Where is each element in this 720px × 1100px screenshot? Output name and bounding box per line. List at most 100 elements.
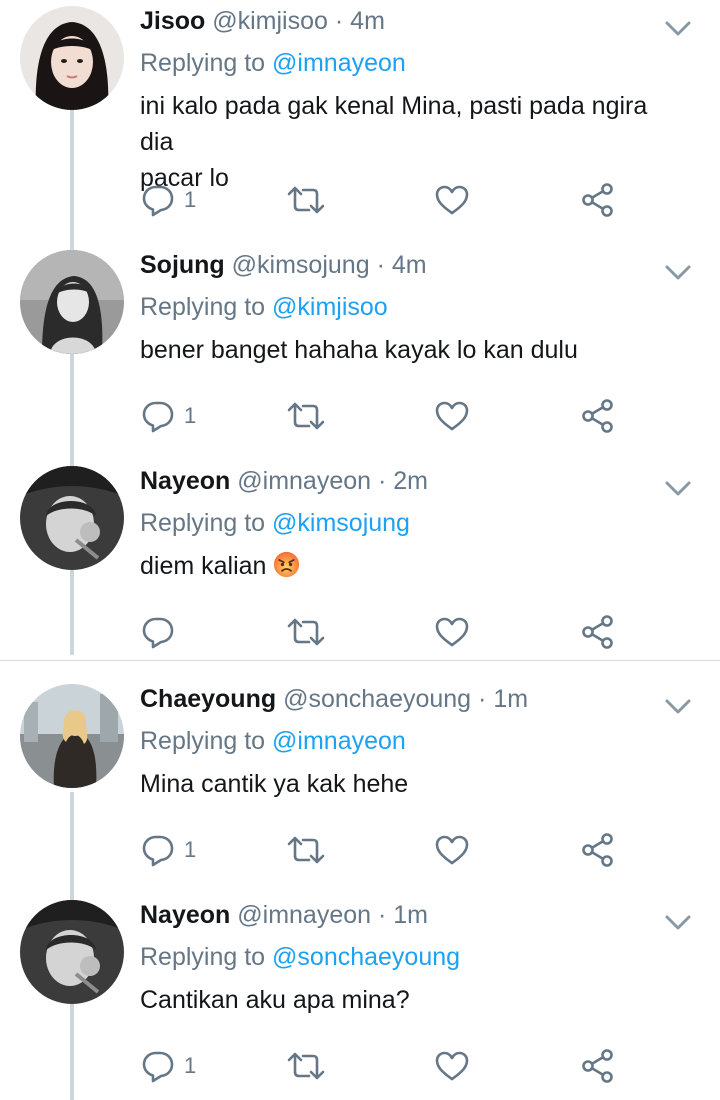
separator-dot: ·	[334, 7, 344, 35]
timestamp[interactable]: 2m	[393, 467, 428, 495]
replying-to-line: Replying to @kimsojung	[140, 508, 660, 538]
display-name[interactable]: Chaeyoung	[140, 685, 276, 713]
tweet-text-body: diem kalian	[140, 552, 267, 580]
user-handle[interactable]: @kimsojung	[232, 251, 370, 279]
tweet-actions	[140, 612, 620, 652]
avatar[interactable]	[20, 6, 124, 110]
reply-button[interactable]: 1	[140, 396, 196, 436]
replying-to-label: Replying to	[140, 293, 266, 321]
like-button[interactable]	[434, 1046, 470, 1086]
tweet-content: Chaeyoung @sonchaeyoung · 1m Replying to…	[140, 684, 660, 802]
tweet-content: Nayeon @imnayeon · 2m Replying to @kimso…	[140, 466, 660, 584]
share-icon	[580, 398, 616, 434]
replying-to-mention[interactable]: @kimsojung	[272, 509, 410, 537]
display-name[interactable]: Sojung	[140, 251, 225, 279]
reply-button[interactable]	[140, 612, 184, 652]
replying-to-line: Replying to @imnayeon	[140, 726, 660, 756]
replying-to-label: Replying to	[140, 509, 266, 537]
display-name[interactable]: Nayeon	[140, 901, 230, 929]
tweet-item[interactable]: Sojung @kimsojung · 4m Replying to @kimj…	[0, 250, 720, 450]
replying-to-mention[interactable]: @imnayeon	[272, 49, 406, 77]
reply-count: 1	[184, 187, 197, 212]
tweet-text: Mina cantik ya kak hehe	[140, 770, 409, 798]
user-handle[interactable]: @sonchaeyoung	[283, 685, 471, 713]
user-handle[interactable]: @kimjisoo	[212, 7, 328, 35]
share-button[interactable]	[580, 180, 616, 220]
reply-icon	[140, 614, 176, 650]
heart-icon	[434, 834, 470, 866]
replying-to-label: Replying to	[140, 943, 266, 971]
retweet-button[interactable]	[286, 1046, 326, 1086]
tweet-actions: 1	[140, 396, 620, 436]
avatar[interactable]	[20, 466, 124, 570]
heart-icon	[434, 1050, 470, 1082]
tweet-content: Sojung @kimsojung · 4m Replying to @kimj…	[140, 250, 660, 368]
tweet-item[interactable]: Nayeon @imnayeon · 2m Replying to @kimso…	[0, 466, 720, 656]
reply-icon	[140, 182, 176, 218]
display-name[interactable]: Nayeon	[140, 467, 230, 495]
retweet-button[interactable]	[286, 180, 326, 220]
like-button[interactable]	[434, 830, 470, 870]
chevron-down-icon[interactable]	[664, 914, 692, 932]
tweet-item[interactable]: Chaeyoung @sonchaeyoung · 1m Replying to…	[0, 684, 720, 874]
chevron-down-icon[interactable]	[664, 698, 692, 716]
tweet-content: Nayeon @imnayeon · 1m Replying to @sonch…	[140, 900, 660, 1018]
timestamp[interactable]: 4m	[350, 7, 385, 35]
tweet-text: diem kalian	[140, 548, 660, 584]
timestamp[interactable]: 4m	[392, 251, 427, 279]
tweet-item[interactable]: Nayeon @imnayeon · 1m Replying to @sonch…	[0, 900, 720, 1096]
tweet-header: Chaeyoung @sonchaeyoung · 1m	[140, 684, 660, 714]
replying-to-mention[interactable]: @sonchaeyoung	[272, 943, 460, 971]
retweet-icon	[286, 184, 326, 216]
retweet-button[interactable]	[286, 396, 326, 436]
avatar[interactable]	[20, 250, 124, 354]
reply-thread: Jisoo @kimjisoo · 4m Replying to @imnaye…	[0, 0, 720, 1100]
replying-to-mention[interactable]: @kimjisoo	[272, 293, 388, 321]
replying-to-label: Replying to	[140, 727, 266, 755]
display-name[interactable]: Jisoo	[140, 7, 205, 35]
tweet-item[interactable]: Jisoo @kimjisoo · 4m Replying to @imnaye…	[0, 6, 720, 236]
timestamp[interactable]: 1m	[493, 685, 528, 713]
avatar[interactable]	[20, 900, 124, 1004]
share-button[interactable]	[580, 1046, 616, 1086]
tweet-text: bener banget hahaha kayak lo kan dulu	[140, 336, 578, 364]
reply-icon	[140, 398, 176, 434]
timestamp[interactable]: 1m	[393, 901, 428, 929]
like-button[interactable]	[434, 396, 470, 436]
separator-dot: ·	[478, 685, 487, 713]
like-button[interactable]	[434, 612, 470, 652]
separator-dot: ·	[376, 251, 385, 279]
thread-divider	[0, 660, 720, 661]
tweet-actions: 1	[140, 830, 620, 870]
share-button[interactable]	[580, 612, 616, 652]
tweet-header: Nayeon @imnayeon · 2m	[140, 466, 660, 496]
avatar[interactable]	[20, 684, 124, 788]
retweet-button[interactable]	[286, 612, 326, 652]
retweet-icon	[286, 834, 326, 866]
chevron-down-icon[interactable]	[664, 20, 692, 38]
share-button[interactable]	[580, 830, 616, 870]
replying-to-mention[interactable]: @imnayeon	[272, 727, 406, 755]
like-button[interactable]	[434, 180, 470, 220]
tweet-header: Nayeon @imnayeon · 1m	[140, 900, 660, 930]
reply-button[interactable]: 1	[140, 1046, 196, 1086]
reply-button[interactable]: 1	[140, 830, 196, 870]
chevron-down-icon[interactable]	[664, 264, 692, 282]
replying-to-label: Replying to	[140, 49, 266, 77]
heart-icon	[434, 184, 470, 216]
reply-icon	[140, 1048, 176, 1084]
tweet-content: Jisoo @kimjisoo · 4m Replying to @imnaye…	[140, 6, 660, 196]
share-button[interactable]	[580, 396, 616, 436]
separator-dot: ·	[378, 901, 387, 929]
chevron-down-icon[interactable]	[664, 480, 692, 498]
reply-button[interactable]: 1	[140, 180, 196, 220]
separator-dot: ·	[378, 467, 387, 495]
retweet-button[interactable]	[286, 830, 326, 870]
retweet-icon	[286, 400, 326, 432]
replying-to-line: Replying to @imnayeon	[140, 48, 660, 78]
user-handle[interactable]: @imnayeon	[237, 467, 371, 495]
tweet-actions: 1	[140, 180, 620, 220]
user-handle[interactable]: @imnayeon	[237, 901, 371, 929]
tweet-header: Sojung @kimsojung · 4m	[140, 250, 660, 280]
tweet-text-line: ini kalo pada gak kenal Mina, pasti pada…	[140, 92, 648, 156]
